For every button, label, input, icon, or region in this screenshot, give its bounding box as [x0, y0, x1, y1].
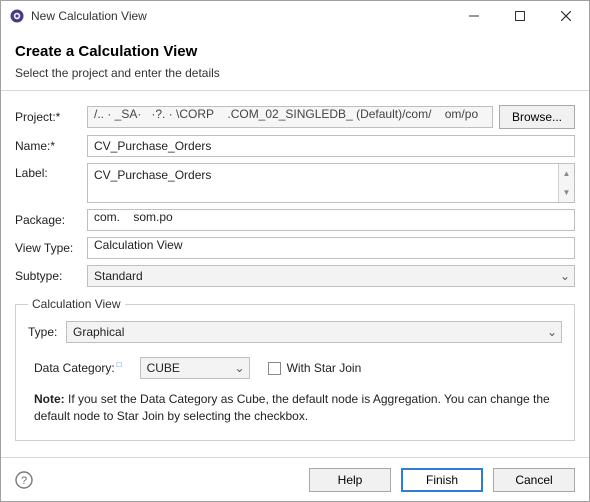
app-icon — [9, 8, 25, 24]
package-field: com. som.po — [87, 209, 575, 231]
window-title: New Calculation View — [31, 9, 147, 23]
browse-button[interactable]: Browse... — [499, 105, 575, 129]
dialog-body: Project:* /.. · _SA· ·?. · \CORP .COM_02… — [1, 91, 589, 457]
subtype-value: Standard — [94, 269, 143, 283]
cancel-button[interactable]: Cancel — [493, 468, 575, 492]
note-text: Note: If you set the Data Category as Cu… — [34, 391, 558, 426]
dialog-subtitle: Select the project and enter the details — [15, 66, 575, 80]
info-icon[interactable]: □ — [117, 360, 122, 369]
datacategory-label: Data Category: — [34, 361, 115, 375]
chevron-down-icon: ⌄ — [235, 361, 245, 375]
chevron-down-icon: ⌄ — [547, 325, 557, 339]
window-maximize-button[interactable] — [497, 1, 543, 31]
dialog-title: Create a Calculation View — [15, 43, 575, 60]
chevron-down-icon: ▼ — [559, 183, 574, 202]
project-field[interactable]: /.. · _SA· ·?. · \CORP .COM_02_SINGLEDB_… — [87, 106, 493, 128]
window-minimize-button[interactable] — [451, 1, 497, 31]
withstarjoin-checkbox[interactable]: With Star Join — [268, 361, 362, 375]
checkbox-box-icon — [268, 362, 281, 375]
label-spinner[interactable]: ▲ ▼ — [558, 164, 574, 202]
name-label: Name:* — [15, 139, 87, 153]
label-input[interactable]: CV_Purchase_Orders ▲ ▼ — [87, 163, 575, 203]
viewtype-field: Calculation View — [87, 237, 575, 259]
note-bold: Note: — [34, 392, 65, 406]
label-input-text: CV_Purchase_Orders — [94, 168, 211, 182]
type-select[interactable]: Graphical ⌄ — [66, 321, 562, 343]
note-body: If you set the Data Category as Cube, th… — [34, 392, 550, 423]
calculation-view-legend: Calculation View — [28, 297, 125, 311]
type-value: Graphical — [73, 325, 124, 339]
datacategory-select[interactable]: CUBE ⌄ — [140, 357, 250, 379]
svg-text:?: ? — [21, 475, 27, 487]
withstarjoin-label: With Star Join — [287, 361, 362, 375]
label-label: Label: — [15, 163, 87, 180]
help-button[interactable]: Help — [309, 468, 391, 492]
title-bar: New Calculation View — [1, 1, 589, 31]
dialog-window: New Calculation View Create a Calculatio… — [0, 0, 590, 502]
dialog-footer: ? Help Finish Cancel — [1, 457, 589, 501]
datacategory-value: CUBE — [147, 361, 180, 375]
help-icon[interactable]: ? — [15, 471, 33, 489]
viewtype-label: View Type: — [15, 241, 87, 255]
subtype-select[interactable]: Standard ⌄ — [87, 265, 575, 287]
finish-button[interactable]: Finish — [401, 468, 483, 492]
project-label: Project:* — [15, 110, 87, 124]
type-label: Type: — [28, 325, 60, 339]
dialog-header: Create a Calculation View Select the pro… — [1, 31, 589, 91]
chevron-down-icon: ⌄ — [560, 269, 570, 283]
chevron-up-icon: ▲ — [559, 164, 574, 183]
subtype-label: Subtype: — [15, 269, 87, 283]
window-close-button[interactable] — [543, 1, 589, 31]
calculation-view-group: Calculation View Type: Graphical ⌄ Data … — [15, 297, 575, 441]
name-input[interactable] — [87, 135, 575, 157]
package-label: Package: — [15, 213, 87, 227]
